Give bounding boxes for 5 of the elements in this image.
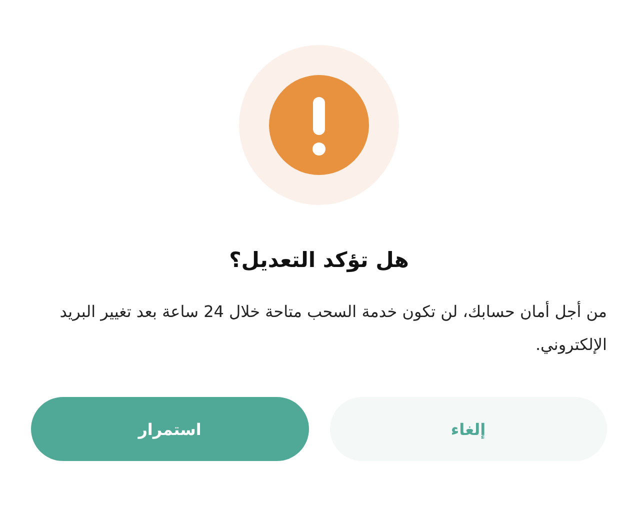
dialog-message: من أجل أمان حسابك، لن تكون خدمة السحب متاحة خلال 24 ساعة بعد تغيير البريد الإلكتروني.: [58, 300, 607, 356]
dialog-title: هل تؤكد التعديل؟: [229, 247, 409, 274]
warning-icon: [239, 45, 399, 205]
continue-button[interactable]: استمرار: [31, 397, 308, 461]
cancel-button[interactable]: إلغاء: [330, 397, 607, 461]
